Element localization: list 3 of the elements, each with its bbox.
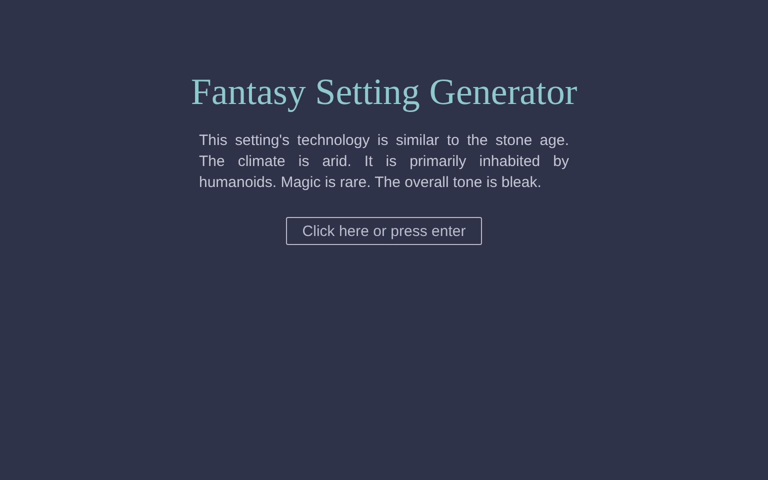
setting-description: This setting's technology is similar to the stone age. The climate is arid. It is primarily inhabited by humanoids. Magic is rare. The overall tone is bleak. [199,131,569,193]
page-title: Fantasy Setting Generator [190,71,578,115]
generate-button[interactable]: Click here or press enter [286,217,482,245]
